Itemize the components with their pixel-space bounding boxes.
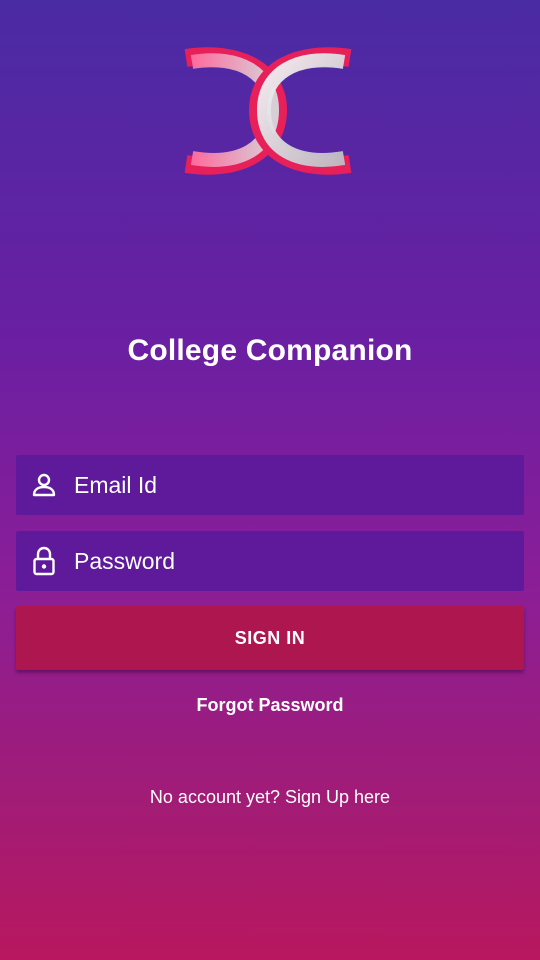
email-field[interactable] <box>16 455 524 515</box>
login-screen: College Companion SIGN IN Forgot Passwor… <box>0 0 540 960</box>
forgot-password-link[interactable]: Forgot Password <box>0 695 540 716</box>
sign-in-button[interactable]: SIGN IN <box>16 606 524 670</box>
email-input[interactable] <box>72 455 524 515</box>
person-icon <box>16 455 72 515</box>
app-logo-icon <box>184 47 352 175</box>
app-title: College Companion <box>127 334 413 367</box>
lock-icon <box>16 531 72 591</box>
sign-up-link[interactable]: No account yet? Sign Up here <box>0 787 540 808</box>
password-field[interactable] <box>16 531 524 591</box>
password-input[interactable] <box>72 531 524 591</box>
